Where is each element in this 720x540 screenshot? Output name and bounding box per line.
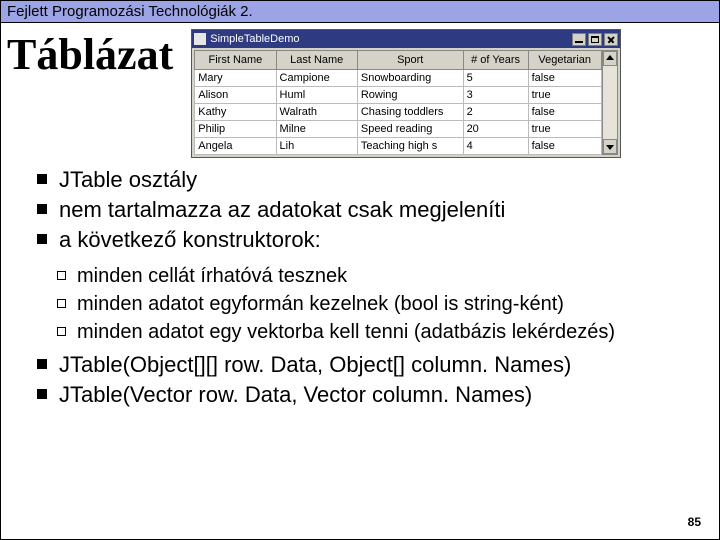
page-number: 85 xyxy=(688,515,701,529)
slide-content: JTable osztály nem tartalmazza az adatok… xyxy=(1,158,719,410)
table-row: Philip Milne Speed reading 20 true xyxy=(195,121,602,138)
maximize-icon xyxy=(588,33,602,46)
sub-bullet-item: minden cellát írhatóvá tesznek xyxy=(57,264,699,290)
close-icon xyxy=(604,33,618,46)
col-last-name: Last Name xyxy=(276,51,357,70)
bullet-item: nem tartalmazza az adatokat csak megjele… xyxy=(37,196,699,224)
scroll-down-icon xyxy=(603,139,617,154)
table-row: Angela Lih Teaching high s 4 false xyxy=(195,138,602,155)
sub-bullet-item: minden adatot egyformán kezelnek (bool i… xyxy=(57,292,699,318)
slide-header: Fejlett Programozási Technológiák 2. xyxy=(1,1,719,23)
demo-table: First Name Last Name Sport # of Years Ve… xyxy=(194,50,602,155)
scroll-track xyxy=(603,66,617,139)
table-row: Mary Campione Snowboarding 5 false xyxy=(195,70,602,87)
bullet-item: JTable(Object[][] row. Data, Object[] co… xyxy=(37,351,699,379)
bullet-item: a következő konstruktorok: xyxy=(37,226,699,254)
slide: Fejlett Programozási Technológiák 2. Táb… xyxy=(0,0,720,540)
bullet-list-2: JTable(Object[][] row. Data, Object[] co… xyxy=(37,351,699,409)
col-first-name: First Name xyxy=(195,51,276,70)
demo-window: SimpleTableDemo First Name Last Name Spo… xyxy=(191,29,621,158)
scroll-up-icon xyxy=(603,51,617,66)
demo-body: First Name Last Name Sport # of Years Ve… xyxy=(192,48,620,157)
table-header-row: First Name Last Name Sport # of Years Ve… xyxy=(195,51,602,70)
bullet-item: JTable osztály xyxy=(37,166,699,194)
title-row: Táblázat SimpleTableDemo First Name xyxy=(1,23,719,158)
java-app-icon xyxy=(194,33,206,45)
slide-title: Táblázat xyxy=(7,23,173,90)
table-row: Kathy Walrath Chasing toddlers 2 false xyxy=(195,104,602,121)
table-row: Alison Huml Rowing 3 true xyxy=(195,87,602,104)
minimize-icon xyxy=(572,33,586,46)
bullet-item: JTable(Vector row. Data, Vector column. … xyxy=(37,381,699,409)
demo-window-title: SimpleTableDemo xyxy=(210,33,570,45)
col-sport: Sport xyxy=(357,51,463,70)
demo-titlebar: SimpleTableDemo xyxy=(192,30,620,48)
col-vegetarian: Vegetarian xyxy=(528,51,601,70)
col-years: # of Years xyxy=(463,51,528,70)
bullet-list-1: JTable osztály nem tartalmazza az adatok… xyxy=(37,166,699,254)
sub-bullet-item: minden adatot egy vektorba kell tenni (a… xyxy=(57,320,699,346)
scrollbar xyxy=(602,50,618,155)
sub-bullet-list: minden cellát írhatóvá tesznek minden ad… xyxy=(37,264,699,345)
